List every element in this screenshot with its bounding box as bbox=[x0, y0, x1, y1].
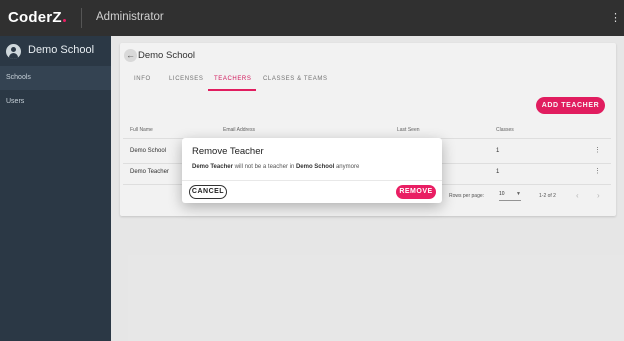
more-vert-icon[interactable]: ⋮ bbox=[610, 10, 621, 26]
top-bar: CoderZ Administrator ⋮ bbox=[0, 0, 624, 36]
dialog-title: Remove Teacher bbox=[192, 146, 264, 157]
dialog-teacher-name: Demo Teacher bbox=[192, 164, 233, 170]
dialog-message: Demo Teacher will not be a teacher in De… bbox=[192, 164, 359, 170]
sidebar: Demo School Schools Users bbox=[0, 36, 111, 341]
sidebar-item-users[interactable]: Users bbox=[0, 90, 111, 114]
cancel-button[interactable]: CANCEL bbox=[189, 185, 227, 199]
dialog-divider bbox=[182, 180, 442, 181]
remove-button[interactable]: REMOVE bbox=[396, 185, 436, 199]
topbar-divider bbox=[81, 8, 82, 28]
remove-teacher-dialog: Remove Teacher Demo Teacher will not be … bbox=[182, 138, 442, 203]
dialog-message-end: anymore bbox=[334, 164, 360, 170]
dialog-message-middle: will not be a teacher in bbox=[232, 164, 296, 170]
school-avatar-icon bbox=[6, 44, 21, 59]
dialog-school-name: Demo School bbox=[295, 164, 335, 170]
coderz-logo[interactable]: CoderZ bbox=[8, 9, 66, 26]
sidebar-school-name: Demo School bbox=[28, 44, 95, 56]
sidebar-item-schools[interactable]: Schools bbox=[0, 66, 111, 90]
sidebar-header: Demo School bbox=[0, 36, 111, 66]
app-title: Administrator bbox=[96, 11, 164, 23]
